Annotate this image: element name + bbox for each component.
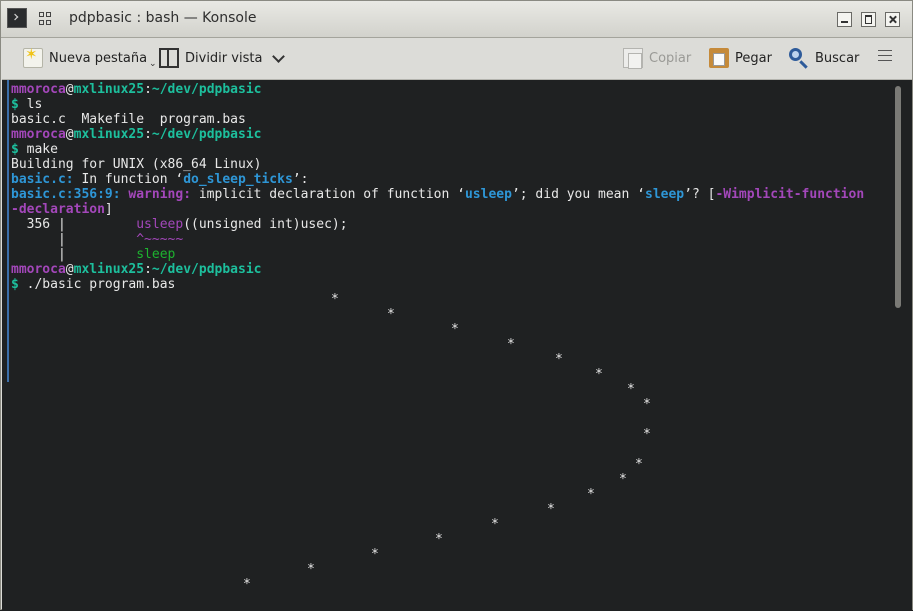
compiler-warning-flag-line: -declaration] (11, 202, 113, 217)
terminal-output[interactable]: mmoroca@mxlinux25:~/dev/pdpbasic $ ls ba… (2, 79, 891, 610)
paste-label: Pegar (735, 50, 772, 66)
copy-label: Copiar (649, 50, 692, 66)
output-asterisk: * (627, 382, 635, 397)
prompt-line: mmoroca@mxlinux25:~/dev/pdpbasic (11, 262, 262, 277)
window-title: pdpbasic : bash — Konsole (69, 10, 257, 26)
output-asterisk: * (243, 577, 251, 592)
output-asterisk: * (331, 292, 339, 307)
compiler-warning-line: basic.c:356:9: warning: implicit declara… (11, 187, 865, 202)
output-asterisk: * (643, 427, 651, 442)
compiler-function-line: basic.c: In function ‘do_sleep_ticks’: (11, 172, 309, 187)
copy-button[interactable]: Copiar (623, 46, 691, 70)
new-tab-label: Nueva pestaña (49, 50, 148, 66)
find-label: Buscar (815, 50, 860, 66)
fixit-line: | sleep (11, 247, 176, 262)
command-marker (7, 80, 9, 382)
output-asterisk: * (387, 307, 395, 322)
output-asterisk: * (371, 547, 379, 562)
build-output: Building for UNIX (x86_64 Linux) (11, 157, 262, 172)
minimize-button[interactable] (837, 12, 852, 27)
output-asterisk: * (635, 457, 643, 472)
maximize-button[interactable] (861, 12, 876, 27)
prompt-line: mmoroca@mxlinux25:~/dev/pdpbasic (11, 82, 262, 97)
output-asterisk: * (643, 397, 651, 412)
close-button[interactable] (885, 12, 900, 27)
new-tab-icon (23, 45, 43, 68)
search-icon (789, 48, 809, 68)
output-asterisk: * (507, 337, 515, 352)
split-view-button[interactable]: Dividir vista (159, 46, 286, 70)
new-tab-menu-indicator-icon[interactable]: ⌄ (149, 59, 157, 69)
scrollbar-thumb[interactable] (895, 86, 901, 308)
command-line: $ ./basic program.bas (11, 277, 176, 292)
konsole-window: pdpbasic : bash — Konsole Nueva pestaña … (0, 0, 913, 611)
output-asterisk: * (435, 532, 443, 547)
output-asterisk: * (451, 322, 459, 337)
caret-line: | ^~~~~~ (11, 232, 184, 247)
code-snippet-line: 356 | usleep((unsigned int)usec); (11, 217, 348, 232)
paste-button[interactable]: Pegar (709, 46, 772, 70)
prompt-line: mmoroca@mxlinux25:~/dev/pdpbasic (11, 127, 262, 142)
output-asterisk: * (595, 367, 603, 382)
hamburger-menu-icon[interactable] (878, 50, 892, 62)
ls-output: basic.c Makefile program.bas (11, 112, 246, 127)
output-asterisk: * (587, 487, 595, 502)
new-tab-button[interactable]: Nueva pestaña ⌄ (23, 45, 157, 70)
copy-icon (623, 48, 643, 69)
terminal-icon[interactable] (7, 8, 27, 28)
output-asterisk: * (619, 472, 627, 487)
find-button[interactable]: Buscar (789, 46, 859, 70)
command-line: $ make (11, 142, 58, 157)
command-line: $ ls (11, 97, 43, 112)
output-asterisk: * (307, 562, 315, 577)
toolbar: Nueva pestaña ⌄ Dividir vista Copiar Peg… (1, 38, 912, 79)
scrollbar[interactable] (891, 79, 912, 611)
output-asterisk: * (555, 352, 563, 367)
output-asterisk: * (491, 517, 499, 532)
split-view-label: Dividir vista (185, 50, 263, 66)
output-asterisk: * (547, 502, 555, 517)
split-view-icon (159, 48, 179, 68)
window-menu-icon[interactable] (39, 12, 52, 25)
paste-icon (709, 48, 729, 68)
chevron-down-icon[interactable] (272, 49, 286, 63)
title-bar[interactable]: pdpbasic : bash — Konsole (1, 1, 912, 38)
